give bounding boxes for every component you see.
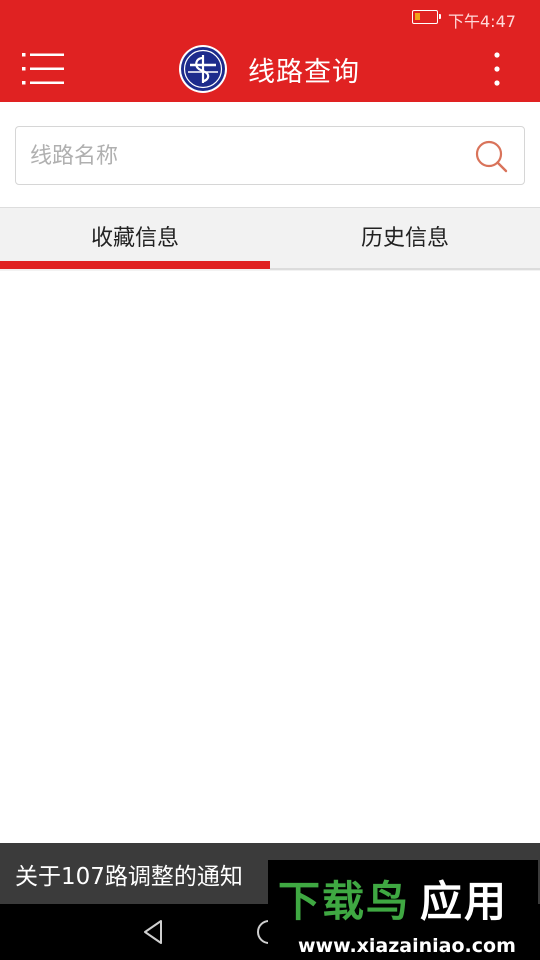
status-time: 下午4:47 — [448, 12, 516, 31]
app-bar: 线路查询 — [0, 36, 540, 102]
menu-button[interactable] — [18, 50, 68, 88]
page-title: 线路查询 — [248, 57, 360, 88]
menu-list-icon — [22, 53, 64, 85]
svg-text:www.xiazainiao.com: www.xiazainiao.com — [298, 935, 516, 957]
watermark-logo: 下载鸟 应用 www.xiazainiao.com — [268, 860, 538, 960]
more-options-button[interactable] — [482, 50, 512, 88]
tab-divider — [270, 268, 540, 270]
search-input[interactable] — [30, 137, 460, 175]
transit-logo-icon — [178, 44, 228, 94]
search-icon[interactable] — [474, 139, 510, 175]
back-triangle-icon[interactable] — [140, 918, 168, 946]
status-bar: 下午4:47 — [0, 0, 540, 36]
tab-selected-indicator — [0, 261, 270, 269]
battery-level — [415, 13, 420, 20]
svg-text:下载鸟: 下载鸟 — [278, 877, 410, 926]
tab-history[interactable]: 历史信息 — [270, 208, 540, 270]
battery-low-icon — [412, 10, 441, 24]
svg-text:应用: 应用 — [420, 877, 508, 926]
notice-text[interactable]: 关于107路调整的通知 — [15, 857, 243, 891]
more-vertical-icon — [494, 52, 500, 86]
search-box — [15, 126, 525, 185]
